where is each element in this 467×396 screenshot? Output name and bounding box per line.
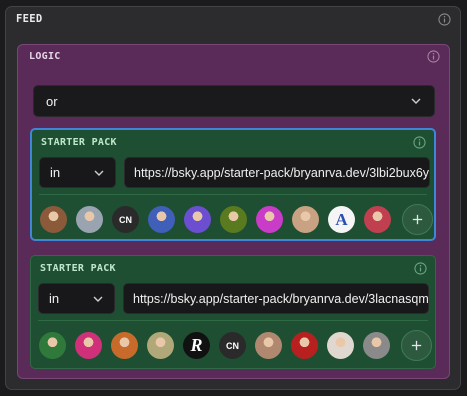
avatar[interactable] xyxy=(40,206,67,233)
avatar-list: CN A xyxy=(40,204,433,235)
avatar[interactable]: CN xyxy=(112,206,139,233)
avatar-initials: A xyxy=(335,209,348,229)
avatar[interactable] xyxy=(256,206,283,233)
chevron-down-icon xyxy=(92,293,104,305)
logic-operator-select[interactable]: or xyxy=(33,85,435,117)
divider xyxy=(39,194,427,195)
feed-title: FEED xyxy=(16,13,43,25)
avatar[interactable] xyxy=(292,206,319,233)
avatar-initials: CN xyxy=(119,214,132,225)
logic-header: LOGIC xyxy=(18,45,449,67)
starter-pack-operator-value: in xyxy=(49,291,60,306)
starter-pack-url-input[interactable]: https://bsky.app/starter-pack/bryanrva.d… xyxy=(123,283,429,314)
info-icon[interactable] xyxy=(413,135,426,149)
starter-pack-block: STARTER PACK in https://bsky.app/starter… xyxy=(30,128,436,241)
avatar[interactable] xyxy=(148,206,175,233)
avatar[interactable] xyxy=(364,206,391,233)
starter-pack-header: STARTER PACK xyxy=(31,258,435,278)
avatar-list: R CN xyxy=(39,330,432,361)
starter-pack-title: STARTER PACK xyxy=(40,262,116,274)
feed-header: FEED xyxy=(6,7,460,31)
avatar[interactable]: CN xyxy=(219,332,246,359)
chevron-down-icon xyxy=(93,167,105,179)
avatar[interactable] xyxy=(39,332,66,359)
starter-pack-block: STARTER PACK in https://bsky.app/starter… xyxy=(30,255,436,369)
avatar-initials: R xyxy=(190,335,203,355)
avatar[interactable] xyxy=(220,206,247,233)
avatar[interactable] xyxy=(75,332,102,359)
divider xyxy=(38,320,428,321)
starter-pack-url-value: https://bsky.app/starter-pack/bryanrva.d… xyxy=(133,291,429,306)
avatar[interactable] xyxy=(255,332,282,359)
avatar[interactable] xyxy=(327,332,354,359)
starter-pack-url-value: https://bsky.app/starter-pack/bryanrva.d… xyxy=(134,165,430,180)
info-icon[interactable] xyxy=(438,12,451,26)
avatar[interactable]: R xyxy=(183,332,210,359)
logic-block: LOGIC or STARTER PACK in https://bsky.ap… xyxy=(17,44,450,379)
info-icon[interactable] xyxy=(414,261,427,275)
starter-pack-operator-select[interactable]: in xyxy=(38,283,115,314)
avatar[interactable] xyxy=(76,206,103,233)
avatar[interactable] xyxy=(147,332,174,359)
logic-operator-value: or xyxy=(46,93,58,109)
feed-panel: FEED LOGIC or STARTER PACK in https://bs… xyxy=(5,6,461,390)
starter-pack-title: STARTER PACK xyxy=(41,136,117,148)
plus-icon xyxy=(412,214,423,225)
logic-title: LOGIC xyxy=(29,50,61,62)
avatar-initials: CN xyxy=(226,340,239,351)
avatar[interactable] xyxy=(291,332,318,359)
avatar[interactable]: A xyxy=(328,206,355,233)
info-icon[interactable] xyxy=(427,49,440,63)
add-member-button[interactable] xyxy=(401,330,432,361)
avatar[interactable] xyxy=(184,206,211,233)
starter-pack-operator-value: in xyxy=(50,165,61,180)
starter-pack-operator-select[interactable]: in xyxy=(39,157,116,188)
starter-pack-url-input[interactable]: https://bsky.app/starter-pack/bryanrva.d… xyxy=(124,157,430,188)
plus-icon xyxy=(411,340,422,351)
chevron-down-icon xyxy=(410,95,422,107)
add-member-button[interactable] xyxy=(402,204,433,235)
starter-pack-header: STARTER PACK xyxy=(32,132,434,152)
avatar[interactable] xyxy=(363,332,390,359)
avatar[interactable] xyxy=(111,332,138,359)
